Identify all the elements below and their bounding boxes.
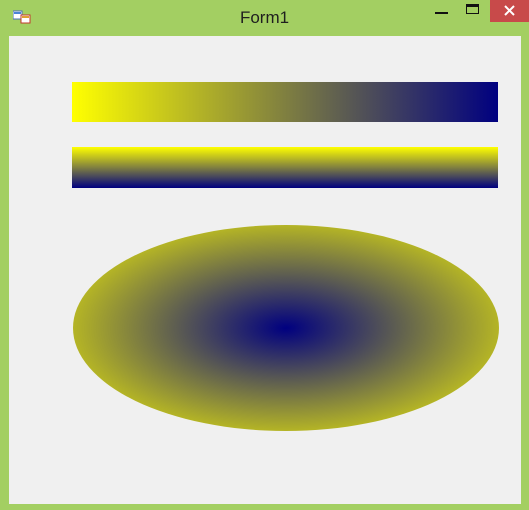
form-window: Form1 <box>0 0 529 510</box>
close-button[interactable] <box>490 0 529 22</box>
radial-gradient-ellipse <box>73 225 499 431</box>
horizontal-gradient-rectangle <box>72 82 498 122</box>
vertical-gradient-rectangle <box>72 147 498 188</box>
close-icon <box>504 5 515 16</box>
minimize-button[interactable] <box>426 0 456 22</box>
maximize-button[interactable] <box>460 0 490 22</box>
minimize-icon <box>435 12 448 14</box>
form-client-area <box>9 36 521 504</box>
title-bar[interactable]: Form1 <box>0 0 529 36</box>
maximize-icon <box>466 4 479 14</box>
